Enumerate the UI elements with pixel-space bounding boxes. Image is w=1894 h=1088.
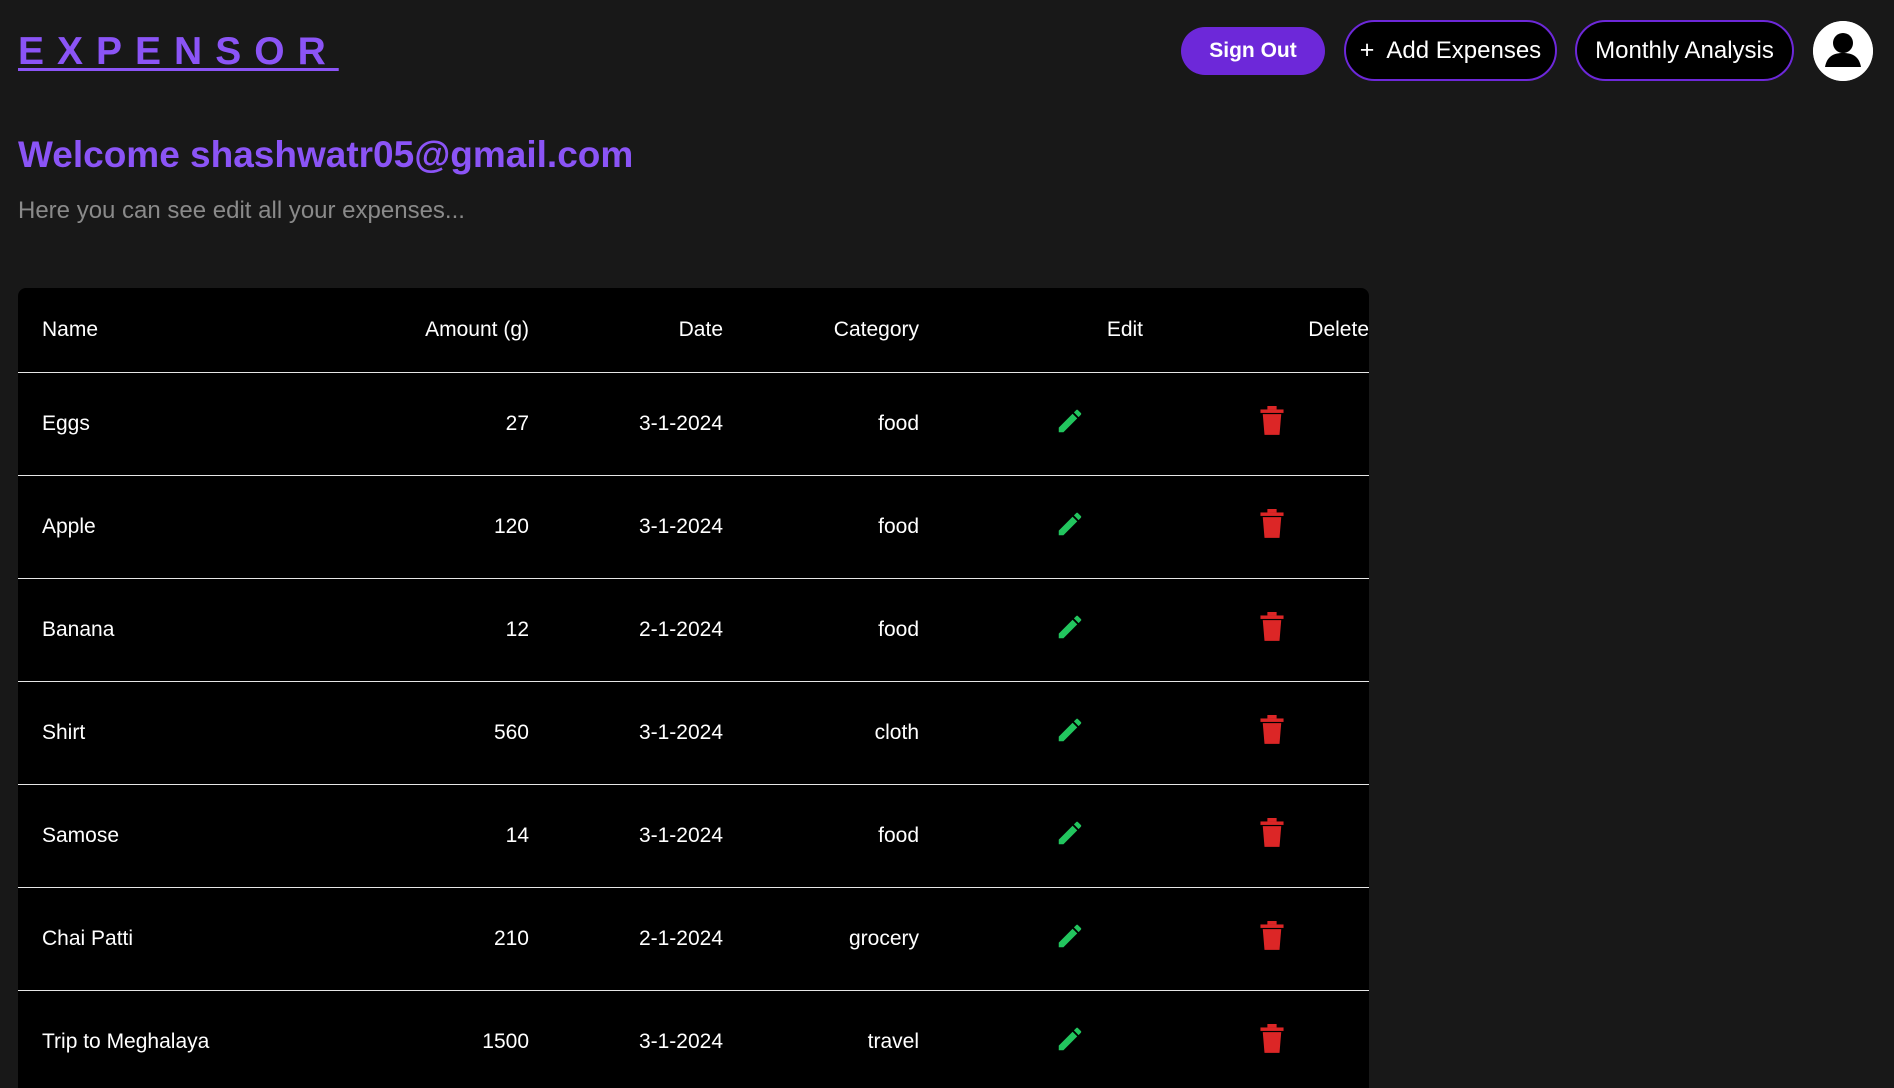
- top-nav: EXPENSOR Sign Out + Add Expenses Monthly…: [0, 0, 1894, 104]
- cell-name: Apple: [18, 475, 358, 579]
- cell-amount: 27: [358, 372, 553, 476]
- cell-date: 2-1-2024: [553, 887, 747, 991]
- expenses-table: Name Amount (g) Date Category Edit Delet…: [18, 288, 1369, 1088]
- table-row: Banana 12 2-1-2024 food: [18, 578, 1369, 682]
- cell-edit: [943, 578, 1163, 682]
- pencil-icon[interactable]: [1055, 818, 1085, 848]
- cell-name: Banana: [18, 578, 358, 682]
- cell-delete: [1163, 475, 1369, 579]
- cell-amount: 210: [358, 887, 553, 991]
- header-name: Name: [18, 288, 358, 373]
- table-header-row: Name Amount (g) Date Category Edit Delet…: [18, 288, 1369, 373]
- header-edit: Edit: [943, 288, 1163, 373]
- cell-name: Chai Patti: [18, 887, 358, 991]
- table-row: Samose 14 3-1-2024 food: [18, 784, 1369, 888]
- pencil-icon[interactable]: [1055, 406, 1085, 436]
- trash-icon[interactable]: [1259, 920, 1285, 951]
- table-row: Eggs 27 3-1-2024 food: [18, 372, 1369, 476]
- cell-category: food: [747, 475, 943, 579]
- table-body: Eggs 27 3-1-2024 food Apple 120 3-1-2024 food Ba…: [18, 372, 1369, 1088]
- cell-name: Eggs: [18, 372, 358, 476]
- cell-name: Shirt: [18, 681, 358, 785]
- page-subtitle: Here you can see edit all your expenses.…: [18, 197, 465, 224]
- add-expenses-button[interactable]: + Add Expenses: [1344, 20, 1557, 81]
- sign-out-button[interactable]: Sign Out: [1181, 27, 1325, 75]
- cell-edit: [943, 681, 1163, 785]
- trash-icon[interactable]: [1259, 405, 1285, 436]
- table-row: Shirt 560 3-1-2024 cloth: [18, 681, 1369, 785]
- pencil-icon[interactable]: [1055, 1024, 1085, 1054]
- cell-date: 3-1-2024: [553, 475, 747, 579]
- add-expenses-label: Add Expenses: [1386, 36, 1542, 64]
- monthly-analysis-button[interactable]: Monthly Analysis: [1575, 20, 1794, 81]
- trash-icon[interactable]: [1259, 817, 1285, 848]
- pencil-icon[interactable]: [1055, 509, 1085, 539]
- sign-out-label: Sign Out: [1209, 39, 1297, 62]
- cell-edit: [943, 475, 1163, 579]
- cell-edit: [943, 784, 1163, 888]
- trash-icon[interactable]: [1259, 714, 1285, 745]
- header-category: Category: [747, 288, 943, 373]
- cell-amount: 14: [358, 784, 553, 888]
- cell-category: cloth: [747, 681, 943, 785]
- cell-edit: [943, 372, 1163, 476]
- cell-delete: [1163, 784, 1369, 888]
- header-delete: Delete: [1163, 288, 1369, 373]
- cell-category: food: [747, 372, 943, 476]
- cell-amount: 1500: [358, 990, 553, 1088]
- app-logo[interactable]: EXPENSOR: [18, 30, 339, 74]
- trash-icon[interactable]: [1259, 1023, 1285, 1054]
- cell-delete: [1163, 681, 1369, 785]
- header-amount: Amount (g): [358, 288, 553, 373]
- cell-edit: [943, 990, 1163, 1088]
- table-row: Apple 120 3-1-2024 food: [18, 475, 1369, 579]
- cell-name: Samose: [18, 784, 358, 888]
- trash-icon[interactable]: [1259, 611, 1285, 642]
- pencil-icon[interactable]: [1055, 715, 1085, 745]
- cell-date: 2-1-2024: [553, 578, 747, 682]
- cell-date: 3-1-2024: [553, 990, 747, 1088]
- header-date: Date: [553, 288, 747, 373]
- user-avatar-icon[interactable]: [1813, 21, 1873, 81]
- cell-edit: [943, 887, 1163, 991]
- cell-amount: 120: [358, 475, 553, 579]
- cell-amount: 560: [358, 681, 553, 785]
- cell-delete: [1163, 372, 1369, 476]
- monthly-analysis-label: Monthly Analysis: [1595, 36, 1774, 64]
- cell-delete: [1163, 887, 1369, 991]
- expenses-table-container: Name Amount (g) Date Category Edit Delet…: [18, 288, 1369, 1088]
- cell-date: 3-1-2024: [553, 784, 747, 888]
- cell-amount: 12: [358, 578, 553, 682]
- user-silhouette-icon: [1813, 21, 1873, 81]
- cell-delete: [1163, 990, 1369, 1088]
- welcome-heading: Welcome shashwatr05@gmail.com: [18, 134, 634, 175]
- cell-category: food: [747, 784, 943, 888]
- cell-category: travel: [747, 990, 943, 1088]
- table-row: Trip to Meghalaya 1500 3-1-2024 travel: [18, 990, 1369, 1088]
- cell-delete: [1163, 578, 1369, 682]
- cell-category: grocery: [747, 887, 943, 991]
- cell-date: 3-1-2024: [553, 681, 747, 785]
- pencil-icon[interactable]: [1055, 612, 1085, 642]
- cell-category: food: [747, 578, 943, 682]
- plus-icon: +: [1359, 36, 1375, 64]
- cell-name: Trip to Meghalaya: [18, 990, 358, 1088]
- cell-date: 3-1-2024: [553, 372, 747, 476]
- pencil-icon[interactable]: [1055, 921, 1085, 951]
- table-row: Chai Patti 210 2-1-2024 grocery: [18, 887, 1369, 991]
- trash-icon[interactable]: [1259, 508, 1285, 539]
